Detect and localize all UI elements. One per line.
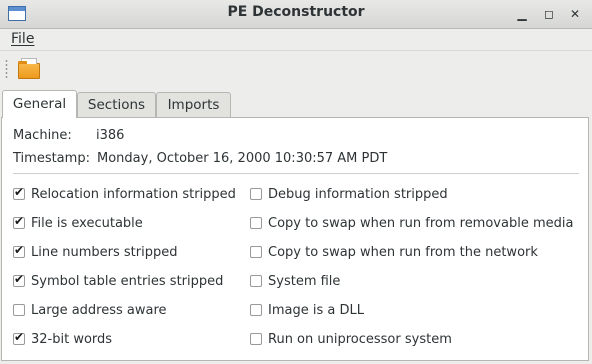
menu-file-label: File [11, 31, 35, 47]
checkbox-label: Image is a DLL [268, 302, 364, 318]
separator [13, 173, 579, 174]
close-icon[interactable]: ✕ [567, 6, 583, 22]
menu-file[interactable]: File [11, 31, 34, 47]
checkbox-32bit-words[interactable]: 32-bit words [13, 329, 112, 349]
minimize-icon[interactable]: ▁ [514, 6, 530, 22]
tab-imports-label: Imports [167, 97, 220, 113]
checkbox-file-executable[interactable]: File is executable [13, 213, 143, 233]
toolbar [0, 51, 592, 87]
timestamp-value: Monday, October 16, 2000 10:30:57 AM PDT [97, 151, 388, 166]
checkbox-label: System file [268, 273, 341, 289]
checkbox-image-dll[interactable]: Image is a DLL [250, 300, 364, 320]
tab-bar: General Sections Imports [0, 90, 592, 118]
window-title: PE Deconstructor [227, 4, 365, 20]
checkbox-box[interactable] [250, 246, 262, 258]
general-panel: Machine: i386 Timestamp: Monday, October… [1, 117, 589, 361]
checkbox-label: Copy to swap when run from the network [268, 244, 538, 260]
checkbox-box[interactable] [250, 217, 262, 229]
checkbox-box[interactable] [13, 214, 25, 229]
checkbox-box[interactable] [250, 188, 262, 200]
checkbox-box[interactable] [13, 185, 25, 200]
checkbox-label: Symbol table entries stripped [31, 273, 224, 289]
checkbox-label: Line numbers stripped [31, 244, 178, 260]
toolbar-grip[interactable] [5, 59, 8, 79]
checkbox-box[interactable] [250, 333, 262, 345]
checkbox-large-address-aware[interactable]: Large address aware [13, 300, 167, 320]
title-bar: PE Deconstructor ▁ ◻ ✕ [0, 0, 592, 29]
open-button[interactable] [14, 56, 46, 82]
checkbox-box[interactable] [13, 272, 25, 287]
checkbox-box[interactable] [13, 304, 25, 316]
checkbox-box[interactable] [250, 275, 262, 287]
checkbox-line-numbers-stripped[interactable]: Line numbers stripped [13, 242, 177, 262]
checkbox-swap-removable[interactable]: Copy to swap when run from removable med… [250, 213, 573, 233]
checkbox-relocation-stripped[interactable]: Relocation information stripped [13, 184, 236, 204]
checkbox-label: 32-bit words [31, 331, 113, 347]
checkbox-label: Relocation information stripped [31, 186, 236, 202]
tab-general-label: General [12, 96, 67, 112]
checkbox-box[interactable] [250, 304, 262, 316]
folder-open-icon [18, 58, 40, 79]
checkbox-box[interactable] [13, 243, 25, 258]
tab-general[interactable]: General [2, 90, 77, 118]
checkbox-symbol-table-stripped[interactable]: Symbol table entries stripped [13, 271, 223, 291]
timestamp-label: Timestamp: [13, 151, 90, 166]
checkbox-system-file[interactable]: System file [250, 271, 340, 291]
checkbox-swap-network[interactable]: Copy to swap when run from the network [250, 242, 538, 262]
checkbox-label: Large address aware [31, 302, 167, 318]
checkbox-label: File is executable [31, 215, 143, 231]
checkbox-debug-stripped[interactable]: Debug information stripped [250, 184, 448, 204]
machine-value: i386 [96, 128, 125, 143]
checkbox-uniprocessor[interactable]: Run on uniprocessor system [250, 329, 452, 349]
checkbox-box[interactable] [13, 330, 25, 345]
tab-imports[interactable]: Imports [156, 92, 231, 117]
maximize-icon[interactable]: ◻ [541, 6, 557, 22]
checkbox-label: Copy to swap when run from removable med… [268, 215, 574, 231]
tab-sections-label: Sections [87, 97, 146, 113]
tab-sections[interactable]: Sections [77, 92, 156, 117]
machine-label: Machine: [13, 128, 72, 143]
checkbox-label: Debug information stripped [268, 186, 448, 202]
checkbox-label: Run on uniprocessor system [268, 331, 452, 347]
menu-bar: File [0, 29, 592, 51]
